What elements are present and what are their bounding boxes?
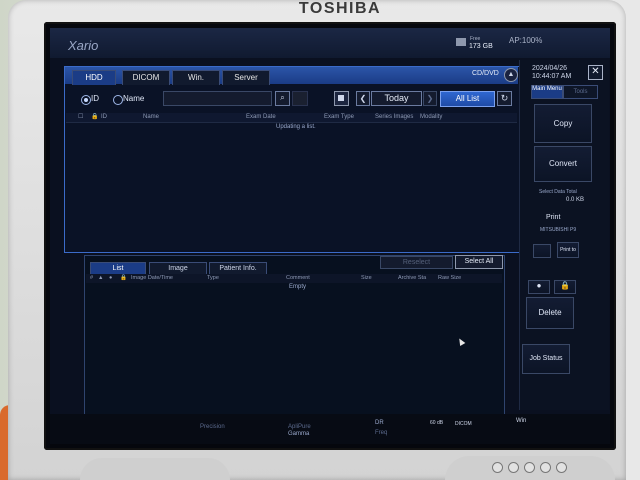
- hash-icon: #: [90, 275, 94, 281]
- dr-label: DR: [375, 420, 384, 426]
- calendar-icon[interactable]: [334, 91, 349, 106]
- tab-list[interactable]: List: [90, 262, 146, 274]
- date-display: 2024/04/26: [532, 65, 568, 72]
- tab-win[interactable]: Win.: [172, 70, 220, 85]
- aplipure-label: ApliPure: [288, 424, 311, 430]
- previous-date-button[interactable]: ❮: [356, 91, 370, 106]
- column-type[interactable]: Type: [207, 274, 219, 283]
- gamma-label: Gamma: [288, 431, 310, 437]
- tab-hdd[interactable]: HDD: [72, 70, 116, 85]
- delete-button[interactable]: Delete: [526, 297, 574, 329]
- refresh-icon[interactable]: ↻: [497, 91, 512, 106]
- reselect-button[interactable]: Reselect: [380, 256, 453, 269]
- column-raw-size[interactable]: Raw Size: [438, 274, 461, 283]
- tab-patient-info[interactable]: Patient Info.: [209, 262, 267, 274]
- all-list-button[interactable]: All List: [440, 91, 495, 107]
- printer-name: MITSUBISHI P9: [540, 227, 577, 233]
- printer-option-button[interactable]: [533, 244, 551, 258]
- column-series-images[interactable]: Series Images: [375, 113, 413, 122]
- column-comment[interactable]: Comment: [286, 274, 310, 283]
- sort-icon[interactable]: ▲: [98, 274, 103, 283]
- precision-label: Precision: [200, 424, 225, 430]
- column-exam-type[interactable]: Exam Type: [324, 113, 354, 122]
- radio-name-label: Name: [123, 94, 145, 103]
- next-date-button[interactable]: ❯: [423, 91, 437, 106]
- freq-label: Freq: [375, 430, 388, 436]
- exam-column-header: [66, 113, 517, 123]
- today-button[interactable]: Today: [371, 91, 422, 106]
- select-all-button[interactable]: Select All: [455, 255, 503, 269]
- hardware-button[interactable]: [540, 462, 551, 473]
- print-to-button[interactable]: Print to: [557, 242, 579, 258]
- lock-icon: 🔒: [120, 275, 127, 281]
- hardware-button[interactable]: [556, 462, 567, 473]
- status-dot-icon: ●: [109, 275, 113, 281]
- option-button[interactable]: [292, 91, 308, 106]
- lock-icon: 🔒: [91, 114, 99, 120]
- select-total-label: Select Data Total: [539, 189, 577, 195]
- hardware-button[interactable]: [524, 462, 535, 473]
- free-space-label: Free: [470, 36, 481, 42]
- win-status: Win: [516, 418, 527, 424]
- lock-toggle-icon[interactable]: 🔒: [554, 280, 576, 294]
- radio-id-label: ID: [91, 94, 99, 103]
- time-display: 10:44:07 AM: [532, 73, 572, 80]
- convert-button[interactable]: Convert: [534, 146, 592, 182]
- search-icon[interactable]: ⌕: [275, 91, 290, 106]
- monitor-foot-left: [80, 458, 230, 480]
- db-value: 60 dB: [430, 420, 444, 426]
- column-exam-date[interactable]: Exam Date: [246, 113, 276, 122]
- select-total-value: 0.0 KB: [566, 197, 585, 203]
- column-name[interactable]: Name: [143, 113, 159, 122]
- tab-main-menu[interactable]: Main Menu: [531, 85, 563, 99]
- tab-tools[interactable]: Tools: [563, 85, 598, 99]
- print-label[interactable]: Print: [546, 214, 560, 221]
- empty-message: Empty: [289, 284, 307, 290]
- column-archive-status[interactable]: Archive Sta: [398, 274, 426, 283]
- list-status: Updating a list.: [276, 124, 316, 130]
- column-id[interactable]: ID: [101, 113, 107, 122]
- column-image-datetime[interactable]: Image Date/Time: [131, 274, 173, 283]
- column-modality[interactable]: Modality: [420, 113, 442, 122]
- ap-status: AP:100%: [509, 36, 543, 45]
- job-status-button[interactable]: Job Status: [522, 344, 570, 374]
- close-icon[interactable]: ✕: [588, 65, 603, 80]
- column-size[interactable]: Size: [361, 274, 372, 283]
- tab-dicom[interactable]: DICOM: [122, 70, 170, 85]
- eject-icon[interactable]: ▲: [504, 68, 518, 82]
- search-input[interactable]: [163, 91, 272, 106]
- brand-logo: TOSHIBA: [298, 0, 382, 17]
- free-space-value: 173 GB: [469, 43, 493, 50]
- copy-button[interactable]: Copy: [534, 104, 592, 143]
- tab-server[interactable]: Server: [222, 70, 270, 85]
- dot-toggle-icon[interactable]: ●: [528, 280, 550, 294]
- checkbox-icon[interactable]: ☐: [78, 113, 83, 122]
- hardware-button[interactable]: [508, 462, 519, 473]
- tab-image[interactable]: Image: [149, 262, 207, 274]
- radio-id[interactable]: [81, 95, 91, 105]
- hdd-icon: [456, 38, 466, 46]
- radio-name[interactable]: [113, 95, 123, 105]
- app-name: Xario: [68, 38, 99, 53]
- hardware-button[interactable]: [492, 462, 503, 473]
- cd-dvd-label: CD/DVD: [472, 70, 499, 77]
- dicom-status: DICOM: [455, 421, 472, 427]
